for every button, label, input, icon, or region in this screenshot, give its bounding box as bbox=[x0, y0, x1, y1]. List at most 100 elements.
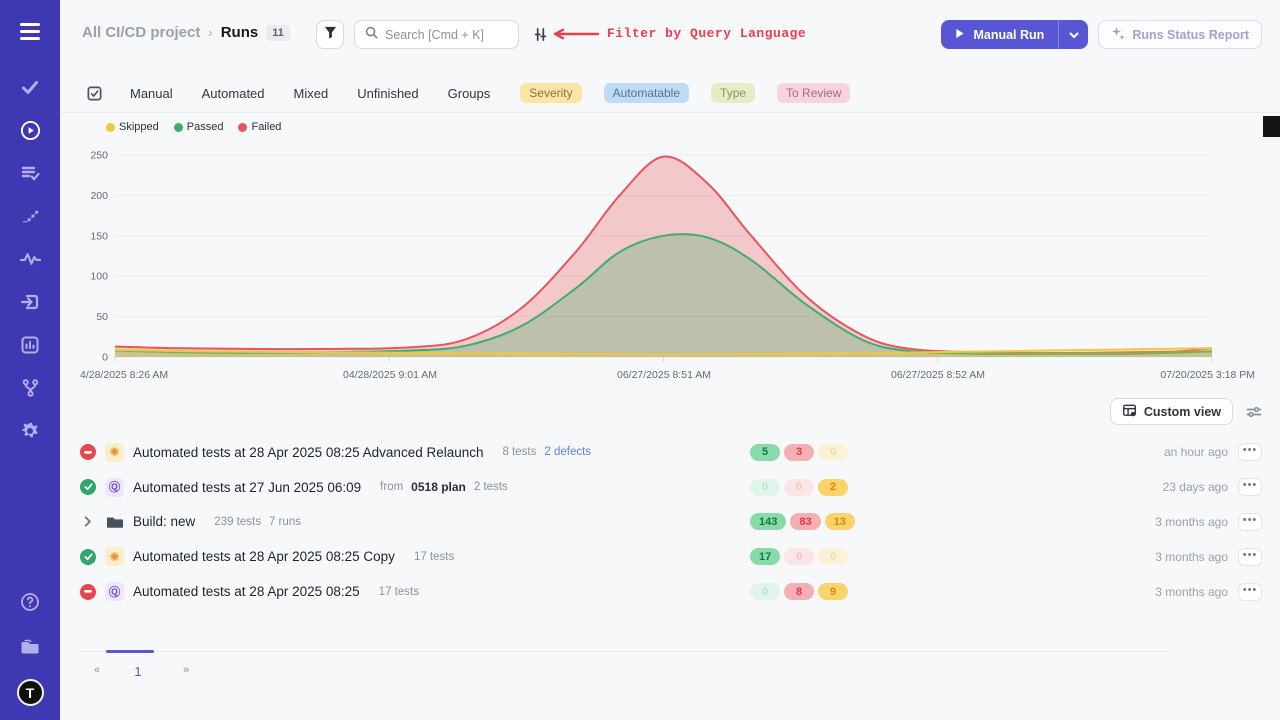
svg-text:250: 250 bbox=[90, 150, 108, 162]
sidebar-bottom: T bbox=[13, 589, 47, 706]
sidebar-item-test-plans[interactable] bbox=[13, 160, 47, 191]
steps-icon bbox=[21, 207, 40, 231]
sidebar-item-inbox[interactable] bbox=[13, 289, 47, 320]
group-folder-icon bbox=[105, 512, 124, 531]
play-icon bbox=[955, 28, 965, 42]
folder-icon bbox=[19, 637, 41, 662]
play-circle-icon bbox=[20, 120, 41, 146]
pagination-prev[interactable]: « bbox=[80, 664, 114, 679]
x-tick-label: 06/27/2025 8:52 AM bbox=[891, 369, 985, 381]
tab-mixed[interactable]: Mixed bbox=[294, 86, 329, 101]
pagination-next[interactable]: » bbox=[162, 664, 210, 679]
run-meta-text: 0518 plan bbox=[411, 480, 466, 494]
qase-run-icon: Ⓠ bbox=[105, 478, 124, 497]
manual-run-button[interactable]: Manual Run bbox=[941, 20, 1058, 49]
legend-item-failed[interactable]: Failed bbox=[238, 121, 281, 133]
x-tick-label: 06/27/2025 8:51 AM bbox=[617, 369, 711, 381]
gear-icon bbox=[20, 421, 40, 446]
run-row[interactable]: Ⓠ Automated tests at 28 Apr 2025 08:25 1… bbox=[80, 574, 1262, 609]
pill-severity[interactable]: Severity bbox=[520, 83, 581, 103]
run-title[interactable]: Automated tests at 27 Jun 2025 06:09 bbox=[133, 480, 361, 495]
more-button[interactable]: ••• bbox=[1238, 443, 1262, 461]
run-title[interactable]: Automated tests at 28 Apr 2025 08:25 Cop… bbox=[133, 549, 395, 564]
sidebar-item-projects[interactable] bbox=[13, 634, 47, 665]
sidebar-item-tests[interactable] bbox=[13, 74, 47, 105]
runs-list: ✺ Automated tests at 28 Apr 2025 08:25 A… bbox=[80, 435, 1262, 609]
legend-dot-icon bbox=[174, 123, 183, 132]
tab-unfinished[interactable]: Unfinished bbox=[357, 86, 418, 101]
run-title[interactable]: Build: new bbox=[133, 514, 195, 529]
search-box[interactable] bbox=[354, 20, 519, 49]
filter-button[interactable] bbox=[316, 20, 344, 49]
x-tick-label: 07/20/2025 3:18 PM bbox=[1160, 369, 1255, 381]
skipped-count-badge: 13 bbox=[825, 513, 855, 530]
tab-groups[interactable]: Groups bbox=[448, 86, 491, 101]
more-button[interactable]: ••• bbox=[1238, 583, 1262, 601]
more-button[interactable]: ••• bbox=[1238, 513, 1262, 531]
more-button[interactable]: ••• bbox=[1238, 478, 1262, 496]
run-meta-text: from bbox=[380, 481, 403, 493]
run-row-group[interactable]: Build: new 239 tests7 runs 1438313 3 mon… bbox=[80, 505, 1262, 540]
sidebar-item-runs[interactable] bbox=[13, 117, 47, 148]
skipped-count-badge: 0 bbox=[818, 548, 848, 565]
custom-view-label: Custom view bbox=[1144, 405, 1221, 419]
pagination: « 1 » bbox=[80, 651, 1170, 679]
passed-count-badge: 0 bbox=[750, 479, 780, 496]
app-logo[interactable]: T bbox=[17, 679, 44, 706]
scrollbar-thumb[interactable] bbox=[1263, 116, 1280, 137]
view-bar: Custom view bbox=[1110, 398, 1262, 425]
svg-text:150: 150 bbox=[90, 230, 108, 242]
run-title[interactable]: Automated tests at 28 Apr 2025 08:25 bbox=[133, 584, 360, 599]
pagination-page-1[interactable]: 1 bbox=[114, 664, 162, 679]
sidebar: T bbox=[0, 0, 60, 720]
failed-status-icon bbox=[80, 584, 96, 600]
failed-count-badge: 0 bbox=[784, 479, 814, 496]
run-title[interactable]: Automated tests at 28 Apr 2025 08:25 Adv… bbox=[133, 445, 484, 460]
active-page-indicator bbox=[106, 650, 154, 653]
sidebar-item-workflows[interactable] bbox=[13, 375, 47, 406]
display-settings-icon[interactable] bbox=[1246, 405, 1262, 419]
breadcrumb-project[interactable]: All CI/CD project bbox=[82, 24, 200, 41]
chevron-down-icon bbox=[1069, 26, 1079, 44]
runs-status-report-button[interactable]: Runs Status Report bbox=[1098, 20, 1262, 49]
legend-item-passed[interactable]: Passed bbox=[174, 121, 224, 133]
run-row[interactable]: Ⓠ Automated tests at 27 Jun 2025 06:09 f… bbox=[80, 470, 1262, 505]
menu-icon[interactable] bbox=[13, 16, 47, 46]
funnel-icon bbox=[324, 26, 337, 44]
bar-chart-icon bbox=[20, 335, 40, 360]
legend-dot-icon bbox=[106, 123, 115, 132]
legend-dot-icon bbox=[238, 123, 247, 132]
manual-run-split-button: Manual Run bbox=[941, 20, 1088, 49]
passed-count-badge: 17 bbox=[750, 548, 780, 565]
sidebar-item-analytics[interactable] bbox=[13, 332, 47, 363]
search-input[interactable] bbox=[385, 28, 505, 42]
chart-legend: Skipped Passed Failed bbox=[106, 121, 281, 133]
select-all-icon[interactable] bbox=[86, 85, 103, 102]
skipped-count-badge: 9 bbox=[818, 583, 848, 600]
custom-view-button[interactable]: Custom view bbox=[1110, 398, 1233, 425]
defects-link[interactable]: 2 defects bbox=[544, 446, 591, 458]
run-meta: from0518 plan2 tests bbox=[380, 480, 508, 494]
query-language-filter-icon[interactable] bbox=[533, 27, 548, 47]
sidebar-item-settings[interactable] bbox=[13, 418, 47, 449]
manual-run-dropdown-button[interactable] bbox=[1058, 20, 1088, 49]
run-time: 3 months ago bbox=[1155, 550, 1228, 564]
sidebar-item-milestones[interactable] bbox=[13, 203, 47, 234]
run-row[interactable]: ✺ Automated tests at 28 Apr 2025 08:25 C… bbox=[80, 539, 1262, 574]
run-meta: 8 tests2 defects bbox=[503, 446, 592, 458]
check-icon bbox=[20, 77, 40, 102]
pill-to-review[interactable]: To Review bbox=[777, 83, 850, 103]
tab-automated[interactable]: Automated bbox=[202, 86, 265, 101]
breadcrumb-separator-icon: › bbox=[208, 25, 212, 40]
sidebar-item-defects[interactable] bbox=[13, 246, 47, 277]
pill-type[interactable]: Type bbox=[711, 83, 755, 103]
tab-manual[interactable]: Manual bbox=[130, 86, 173, 101]
list-check-icon bbox=[20, 163, 40, 188]
automation-spark-icon: ✺ bbox=[105, 443, 124, 462]
pill-automatable[interactable]: Automatable bbox=[604, 83, 689, 103]
legend-item-skipped[interactable]: Skipped bbox=[106, 121, 159, 133]
sidebar-item-help[interactable] bbox=[13, 589, 47, 620]
expand-chevron-icon[interactable] bbox=[80, 516, 96, 527]
run-row[interactable]: ✺ Automated tests at 28 Apr 2025 08:25 A… bbox=[80, 435, 1262, 470]
more-button[interactable]: ••• bbox=[1238, 548, 1262, 566]
